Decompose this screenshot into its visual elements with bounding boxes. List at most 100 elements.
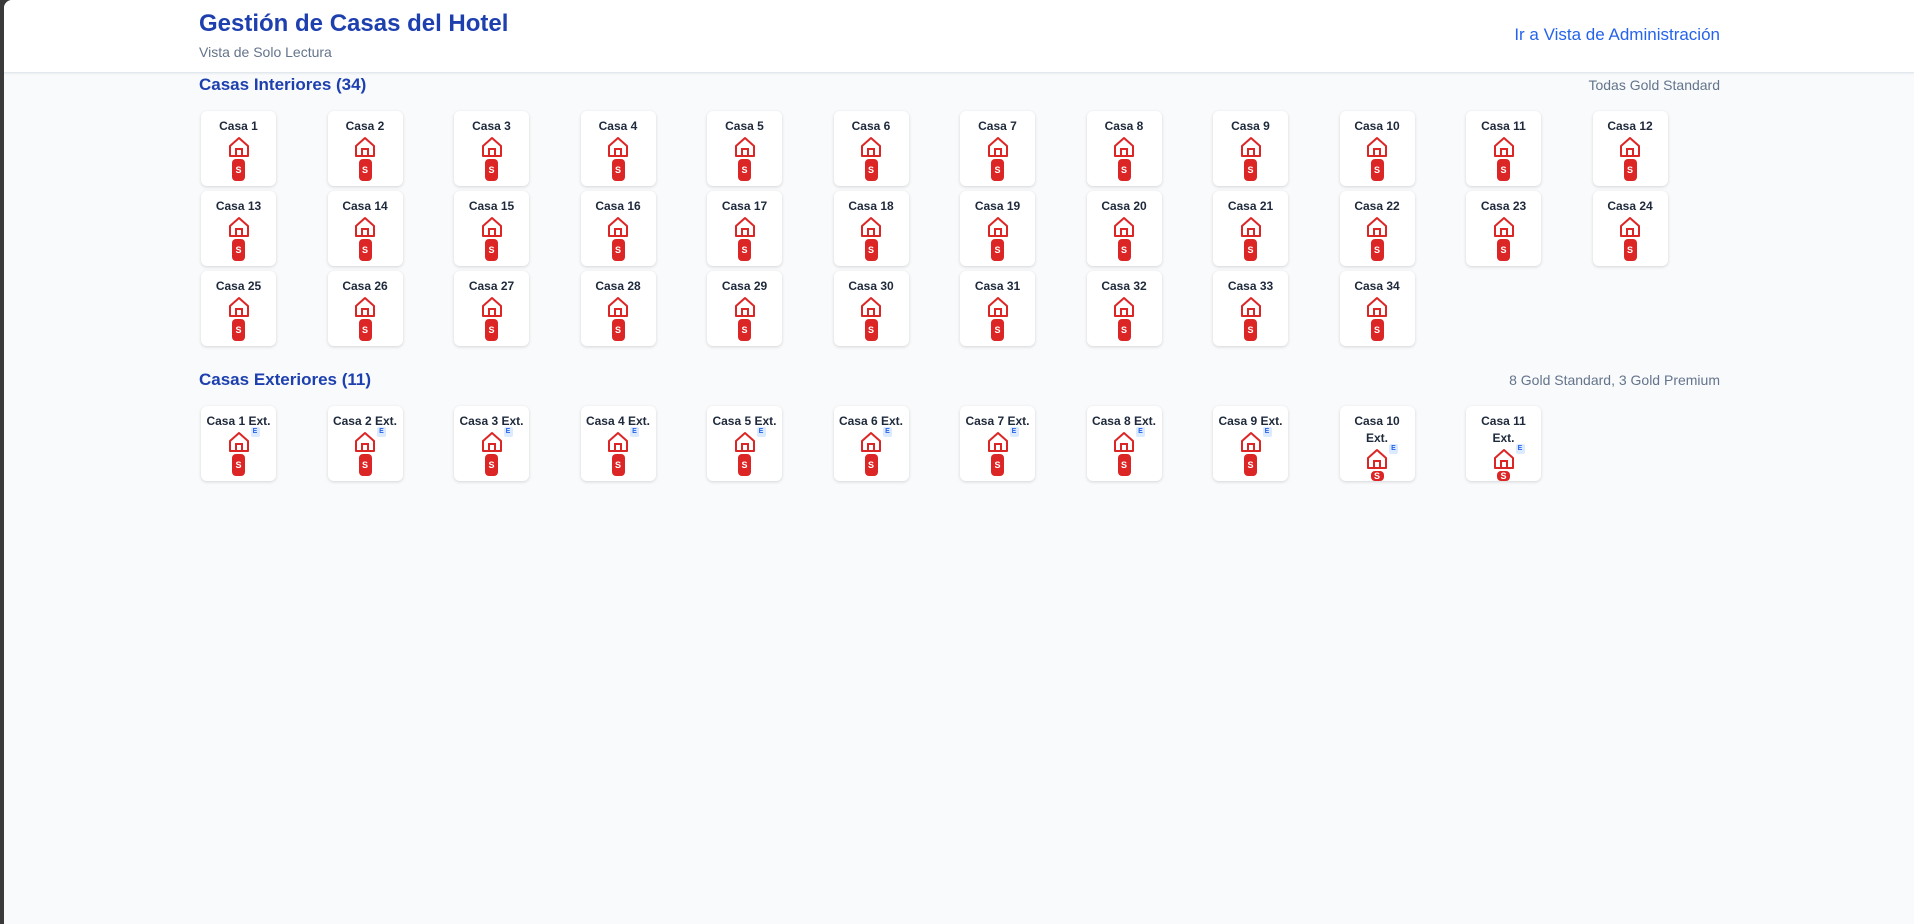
interior-house-card[interactable]: Casa 31 S xyxy=(960,271,1035,346)
interior-house-card[interactable]: Casa 34 S xyxy=(1339,271,1415,346)
status-badge: S xyxy=(1117,454,1131,476)
status-badge: S xyxy=(991,239,1004,261)
interior-house-card[interactable]: Casa 28 S xyxy=(580,271,656,346)
status-badge: S xyxy=(611,159,625,181)
exterior-house-card[interactable]: Casa 2 Ext. E S xyxy=(327,406,403,481)
house-icon xyxy=(1112,296,1136,318)
interior-house-card[interactable]: Casa 16 S xyxy=(580,191,656,266)
status-badge: S xyxy=(232,159,245,181)
interior-house-card[interactable]: Casa 33 S xyxy=(1213,271,1288,346)
house-name: Casa 5 xyxy=(725,119,764,133)
house-icon xyxy=(1239,136,1263,158)
interior-house-card[interactable]: Casa 1 S xyxy=(201,111,276,186)
page-title: Gestión de Casas del Hotel xyxy=(199,10,509,37)
interior-house-card[interactable]: Casa 12 S xyxy=(1592,111,1668,186)
status-badge: S xyxy=(991,319,1004,341)
interior-house-card[interactable]: Casa 29 S xyxy=(707,271,782,346)
interior-house-card[interactable]: Casa 14 S xyxy=(327,191,403,266)
house-icon xyxy=(986,136,1010,158)
exterior-house-card[interactable]: Casa 9 Ext. E S xyxy=(1213,406,1288,481)
exterior-house-card[interactable]: Casa 11 Ext. E S xyxy=(1466,406,1541,481)
interior-house-card[interactable]: Casa 6 S xyxy=(833,111,909,186)
house-name: Casa 2 xyxy=(345,119,385,133)
status-badge: S xyxy=(1370,471,1384,481)
house-icon: E xyxy=(227,427,260,453)
status-badge: S xyxy=(358,319,372,341)
admin-view-link[interactable]: Ir a Vista de Administración xyxy=(1514,25,1720,45)
house-name: Casa 25 xyxy=(215,279,262,293)
house-name: Casa 10 xyxy=(1354,119,1400,133)
interior-house-card[interactable]: Casa 5 S xyxy=(707,111,782,186)
status-badge: S xyxy=(232,319,245,341)
house-icon xyxy=(859,296,883,318)
interior-house-card[interactable]: Casa 22 S xyxy=(1339,191,1415,266)
interior-house-card[interactable]: Casa 32 S xyxy=(1086,271,1162,346)
interior-house-card[interactable]: Casa 17 S xyxy=(707,191,782,266)
interior-house-card[interactable]: Casa 18 S xyxy=(833,191,909,266)
interior-house-card[interactable]: Casa 27 S xyxy=(454,271,529,346)
interior-house-card[interactable]: Casa 19 S xyxy=(960,191,1035,266)
app-window: Gestión de Casas del Hotel Vista de Solo… xyxy=(4,0,1914,924)
exterior-house-card[interactable]: Casa 5 Ext. E S xyxy=(707,406,782,481)
interior-house-card[interactable]: Casa 26 S xyxy=(327,271,403,346)
status-badge: S xyxy=(485,454,498,476)
interior-house-card[interactable]: Casa 30 S xyxy=(833,271,909,346)
status-badge: S xyxy=(1370,239,1384,261)
exterior-house-card[interactable]: Casa 1 Ext. E S xyxy=(201,406,276,481)
interior-house-card[interactable]: Casa 15 S xyxy=(454,191,529,266)
house-name: Casa 1 Ext. xyxy=(206,414,271,428)
house-name: Casa 4 Ext. xyxy=(585,414,651,428)
status-badge: S xyxy=(738,239,751,261)
house-icon xyxy=(733,216,757,238)
status-badge: S xyxy=(991,159,1004,181)
house-name: Casa 9 Ext. xyxy=(1218,414,1283,428)
status-badge: S xyxy=(864,454,878,476)
house-icon: E xyxy=(859,427,892,453)
exterior-house-card[interactable]: Casa 10 Ext. E S xyxy=(1339,406,1415,481)
status-badge: S xyxy=(1244,159,1257,181)
interior-house-card[interactable]: Casa 21 S xyxy=(1213,191,1288,266)
house-name: Casa 29 xyxy=(721,279,768,293)
house-name: Casa 6 Ext. xyxy=(838,414,904,428)
exterior-house-card[interactable]: Casa 3 Ext. E S xyxy=(454,406,529,481)
house-name: Casa 24 xyxy=(1607,199,1653,213)
interior-house-card[interactable]: Casa 9 S xyxy=(1213,111,1288,186)
exterior-house-card[interactable]: Casa 8 Ext. E S xyxy=(1086,406,1162,481)
house-name: Casa 21 xyxy=(1227,199,1274,213)
interior-house-card[interactable]: Casa 24 S xyxy=(1592,191,1668,266)
interior-house-card[interactable]: Casa 11 S xyxy=(1466,111,1541,186)
interior-houses-grid: Casa 1 S Casa 2 S Casa 3 S Casa 4 S Casa 5 S Casa … xyxy=(201,111,1668,346)
house-icon xyxy=(227,136,251,158)
house-name: Casa 30 xyxy=(848,279,894,293)
exterior-marker: E xyxy=(1136,427,1145,437)
house-name: Casa 31 xyxy=(974,279,1021,293)
interior-section-meta: Todas Gold Standard xyxy=(1588,77,1720,93)
interior-house-card[interactable]: Casa 13 S xyxy=(201,191,276,266)
status-badge: S xyxy=(611,319,625,341)
status-badge: S xyxy=(864,159,878,181)
house-icon: E xyxy=(733,427,766,453)
status-badge: S xyxy=(1244,454,1257,476)
interior-house-card[interactable]: Casa 20 S xyxy=(1086,191,1162,266)
house-name: Casa 9 xyxy=(1231,119,1270,133)
house-icon: E xyxy=(1365,444,1398,470)
status-badge: S xyxy=(611,239,625,261)
interior-house-card[interactable]: Casa 3 S xyxy=(454,111,529,186)
interior-house-card[interactable]: Casa 4 S xyxy=(580,111,656,186)
house-name: Casa 12 xyxy=(1607,119,1653,133)
status-badge: S xyxy=(864,239,878,261)
interior-house-card[interactable]: Casa 8 S xyxy=(1086,111,1162,186)
house-icon xyxy=(353,216,377,238)
house-icon xyxy=(1492,136,1516,158)
house-name: Casa 27 xyxy=(468,279,515,293)
interior-house-card[interactable]: Casa 25 S xyxy=(201,271,276,346)
house-icon xyxy=(1112,136,1136,158)
interior-house-card[interactable]: Casa 7 S xyxy=(960,111,1035,186)
exterior-house-card[interactable]: Casa 6 Ext. E S xyxy=(833,406,909,481)
interior-house-card[interactable]: Casa 2 S xyxy=(327,111,403,186)
status-badge: S xyxy=(1370,159,1384,181)
interior-house-card[interactable]: Casa 10 S xyxy=(1339,111,1415,186)
exterior-house-card[interactable]: Casa 7 Ext. E S xyxy=(960,406,1035,481)
exterior-house-card[interactable]: Casa 4 Ext. E S xyxy=(580,406,656,481)
interior-house-card[interactable]: Casa 23 S xyxy=(1466,191,1541,266)
